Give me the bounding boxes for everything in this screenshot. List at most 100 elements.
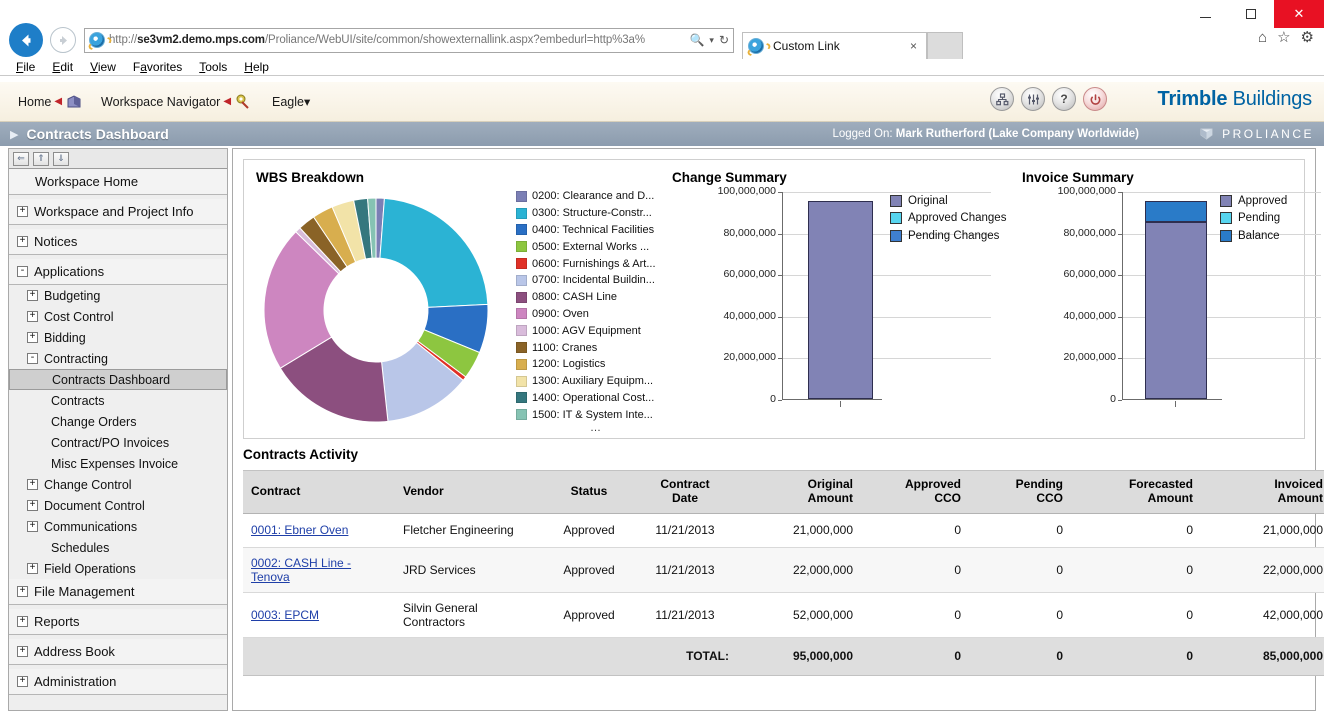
new-tab-button[interactable] <box>927 32 963 59</box>
column-header-contract[interactable]: Contract <box>243 471 395 514</box>
logout-power-button[interactable] <box>1083 87 1107 111</box>
expand-plus-icon[interactable]: + <box>27 500 38 511</box>
nav-back-button[interactable]: ⇐ <box>13 152 29 166</box>
project-selector[interactable]: Eagle▾ <box>272 94 310 109</box>
legend-item[interactable]: 1300: Auxiliary Equipm... <box>516 373 681 390</box>
expand-plus-icon[interactable]: + <box>17 236 28 247</box>
legend-item[interactable]: Approved <box>1220 192 1287 210</box>
address-bar-icons[interactable]: 🔍 ▾ ↻ <box>686 33 729 47</box>
column-header-contract-date[interactable]: Contract Date <box>633 471 737 514</box>
expand-plus-icon[interactable]: + <box>17 206 28 217</box>
sidebar-item-notices[interactable]: +Notices <box>9 229 227 255</box>
column-header-forecasted-amount[interactable]: Forecasted Amount <box>1071 471 1201 514</box>
sidebar-item-administration[interactable]: +Administration <box>9 669 227 695</box>
sidebar-item-file-management[interactable]: +File Management <box>9 579 227 605</box>
expand-plus-icon[interactable]: + <box>27 290 38 301</box>
sidebar-item-contracts-dashboard[interactable]: Contracts Dashboard <box>9 369 227 390</box>
sidebar-item-change-orders[interactable]: Change Orders <box>9 411 227 432</box>
home-icon[interactable]: ⌂ <box>1258 29 1267 46</box>
sidebar-item-workspace-home[interactable]: Workspace Home <box>9 169 227 195</box>
contract-link[interactable]: 0001: Ebner Oven <box>251 523 348 537</box>
sidebar-item-budgeting[interactable]: +Budgeting <box>9 285 227 306</box>
expand-plus-icon[interactable]: + <box>27 332 38 343</box>
bar-segment[interactable] <box>1145 201 1207 222</box>
legend-item[interactable]: 0700: Incidental Buildin... <box>516 272 681 289</box>
sidebar-item-workspace-and-project-info[interactable]: +Workspace and Project Info <box>9 199 227 225</box>
legend-item[interactable]: Pending Changes <box>890 227 1006 245</box>
sidebar-item-address-book[interactable]: +Address Book <box>9 639 227 665</box>
wbs-legend-overflow[interactable]: … <box>516 425 676 431</box>
sidebar-item-misc-expenses-invoice[interactable]: Misc Expenses Invoice <box>9 453 227 474</box>
sidebar-item-schedules[interactable]: Schedules <box>9 537 227 558</box>
column-header-approved-cco[interactable]: Approved CCO <box>861 471 969 514</box>
expand-plus-icon[interactable]: + <box>17 676 28 687</box>
bar-segment[interactable] <box>808 201 873 399</box>
legend-item[interactable]: 0400: Technical Facilities <box>516 222 681 239</box>
chevron-down-icon[interactable]: ▾ <box>709 35 714 46</box>
favorites-star-icon[interactable]: ☆ <box>1277 28 1290 46</box>
collapse-minus-icon[interactable]: - <box>27 353 38 364</box>
legend-item[interactable]: 0300: Structure-Constr... <box>516 205 681 222</box>
collapse-minus-icon[interactable]: - <box>17 266 28 277</box>
preferences-button[interactable] <box>1021 87 1045 111</box>
expand-arrow-icon[interactable]: ▶ <box>10 128 18 141</box>
table-row[interactable]: 0001: Ebner OvenFletcher EngineeringAppr… <box>243 513 1324 547</box>
address-bar[interactable]: http://se3vm2.demo.mps.com/Proliance/Web… <box>84 28 734 53</box>
browser-tab-custom-link[interactable]: Custom Link × <box>742 32 927 59</box>
contract-link[interactable]: 0002: CASH Line - Tenova <box>251 556 351 584</box>
legend-item[interactable]: 1400: Operational Cost... <box>516 390 681 407</box>
home-link[interactable]: Home ◀ <box>18 93 83 111</box>
legend-item[interactable]: Pending <box>1220 210 1287 228</box>
sidebar-item-field-operations[interactable]: +Field Operations <box>9 558 227 579</box>
expand-plus-icon[interactable]: + <box>27 521 38 532</box>
column-header-original-amount[interactable]: Original Amount <box>737 471 861 514</box>
cell-contract[interactable]: 0001: Ebner Oven <box>243 513 395 547</box>
sidebar-item-document-control[interactable]: +Document Control <box>9 495 227 516</box>
nav-up-button[interactable]: ⇑ <box>33 152 49 166</box>
wbs-donut-graphic[interactable] <box>256 192 496 442</box>
sidebar-item-bidding[interactable]: +Bidding <box>9 327 227 348</box>
forward-button[interactable] <box>50 27 76 53</box>
legend-item[interactable]: 1200: Logistics <box>516 356 681 373</box>
sidebar-item-reports[interactable]: +Reports <box>9 609 227 635</box>
help-button[interactable]: ? <box>1052 87 1076 111</box>
expand-plus-icon[interactable]: + <box>27 479 38 490</box>
sidebar-item-contracts[interactable]: Contracts <box>9 390 227 411</box>
settings-gear-icon[interactable]: ⚙ <box>1301 28 1314 46</box>
sidebar-item-contract-po-invoices[interactable]: Contract/PO Invoices <box>9 432 227 453</box>
workspace-navigator-link[interactable]: Workspace Navigator ◀ <box>101 93 252 111</box>
legend-item[interactable]: 1000: AGV Equipment <box>516 322 681 339</box>
menu-tools[interactable]: Tools <box>199 60 227 74</box>
column-header-pending-cco[interactable]: Pending CCO <box>969 471 1071 514</box>
legend-item[interactable]: Approved Changes <box>890 210 1006 228</box>
menu-help[interactable]: Help <box>244 60 269 74</box>
sidebar-item-communications[interactable]: +Communications <box>9 516 227 537</box>
table-row[interactable]: 0003: EPCMSilvin General ContractorsAppr… <box>243 592 1324 637</box>
menu-file[interactable]: File <box>16 60 35 74</box>
legend-item[interactable]: Original <box>890 192 1006 210</box>
cell-contract[interactable]: 0002: CASH Line - Tenova <box>243 547 395 592</box>
legend-item[interactable]: 0800: CASH Line <box>516 289 681 306</box>
menu-favorites[interactable]: Favorites <box>133 60 182 74</box>
legend-item[interactable]: 1500: IT & System Inte... <box>516 406 681 423</box>
expand-plus-icon[interactable]: + <box>27 563 38 574</box>
expand-plus-icon[interactable]: + <box>27 311 38 322</box>
legend-item[interactable]: 0200: Clearance and D... <box>516 188 681 205</box>
tab-close-icon[interactable]: × <box>906 39 921 53</box>
sidebar-item-applications[interactable]: -Applications <box>9 259 227 285</box>
legend-item[interactable]: Balance <box>1220 227 1287 245</box>
pie-slice[interactable] <box>380 198 488 307</box>
menu-edit[interactable]: Edit <box>52 60 73 74</box>
search-icon[interactable]: 🔍 <box>689 33 704 47</box>
expand-plus-icon[interactable]: + <box>17 646 28 657</box>
cell-contract[interactable]: 0003: EPCM <box>243 592 395 637</box>
expand-plus-icon[interactable]: + <box>17 586 28 597</box>
column-header-vendor[interactable]: Vendor <box>395 471 545 514</box>
nav-down-button[interactable]: ⇓ <box>53 152 69 166</box>
legend-item[interactable]: 0600: Furnishings & Art... <box>516 255 681 272</box>
contract-link[interactable]: 0003: EPCM <box>251 608 319 622</box>
sidebar-item-cost-control[interactable]: +Cost Control <box>9 306 227 327</box>
legend-item[interactable]: 0900: Oven <box>516 306 681 323</box>
sidebar-item-contracting[interactable]: -Contracting <box>9 348 227 369</box>
refresh-icon[interactable]: ↻ <box>719 33 729 47</box>
